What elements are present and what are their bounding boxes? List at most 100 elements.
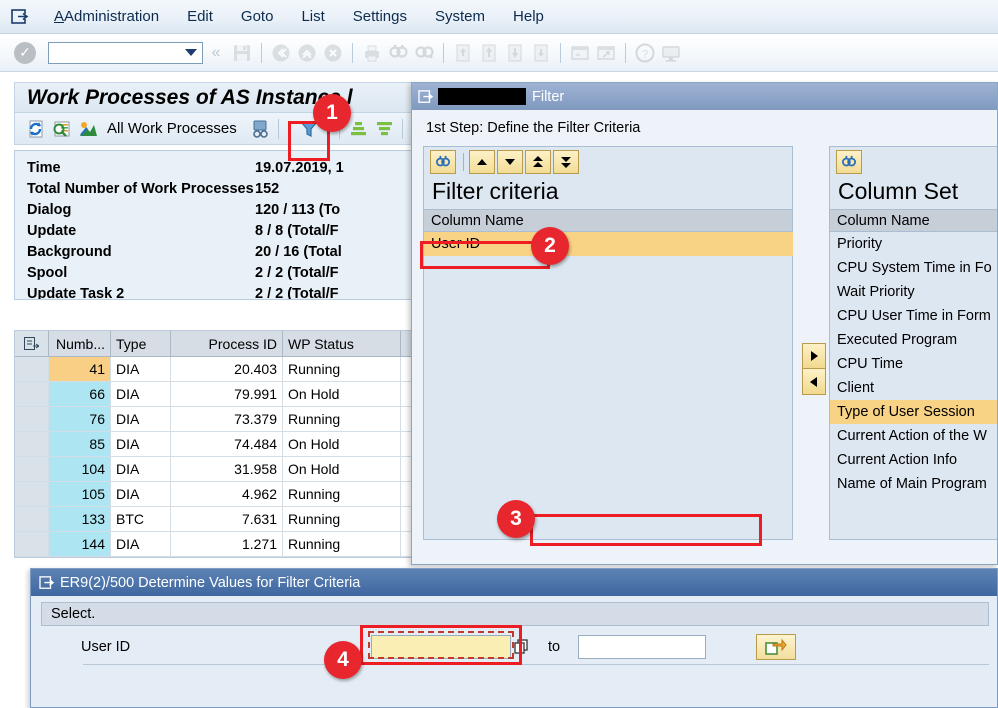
display-details-icon[interactable] — [49, 116, 75, 142]
table-row[interactable]: 104 DIA 31.958 On Hold — [15, 457, 431, 482]
select-section-label: Select. — [41, 602, 989, 626]
back-icon — [268, 40, 294, 66]
column-set-item[interactable]: Priority — [830, 232, 997, 256]
customize-local-layout-icon — [658, 40, 684, 66]
chevron-down-icon[interactable] — [185, 49, 197, 56]
multiple-selection-icon[interactable] — [756, 634, 796, 660]
column-set-panel: Column Set Column Name Priority CPU Syst… — [829, 146, 997, 540]
summary-value: 152 — [255, 180, 280, 197]
command-input[interactable] — [49, 44, 185, 61]
menu-item-goto[interactable]: Goto — [227, 0, 288, 34]
arrow-right-icon[interactable] — [802, 343, 826, 369]
column-header-process-id[interactable]: Process ID — [171, 331, 283, 356]
find-next-icon — [411, 40, 437, 66]
filter-criteria-row-user-id[interactable]: User ID — [424, 232, 793, 256]
arrow-top-icon[interactable] — [525, 150, 551, 174]
green-check-icon[interactable]: ✓ — [14, 41, 36, 64]
column-set-item[interactable]: CPU User Time in Form — [830, 304, 997, 328]
find-icon[interactable] — [836, 150, 862, 174]
user-id-from-input[interactable] — [371, 635, 511, 659]
command-field[interactable] — [48, 41, 203, 64]
table-row[interactable]: 76 DIA 73.379 Running — [15, 407, 431, 432]
summary-value: 19.07.2019, 1 — [255, 159, 344, 176]
summary-value: 2 / 2 (Total/F — [255, 264, 339, 281]
select-all-icon[interactable] — [15, 331, 49, 356]
cell-process-id: 73.379 — [171, 407, 283, 431]
summary-row: Total Number of Work Processes 152 — [27, 178, 431, 199]
row-selector[interactable] — [15, 382, 49, 406]
transfer-buttons — [802, 343, 826, 395]
sort-descending-icon[interactable] — [371, 116, 397, 142]
column-set-item[interactable]: CPU Time — [830, 352, 997, 376]
value-help-icon[interactable] — [514, 639, 530, 655]
cell-number: 144 — [49, 532, 111, 556]
arrow-down-icon[interactable] — [497, 150, 523, 174]
column-set-item[interactable]: CPU System Time in Fo — [830, 256, 997, 280]
cell-process-id: 7.631 — [171, 507, 283, 531]
arrow-bottom-icon[interactable] — [553, 150, 579, 174]
find-icon[interactable] — [430, 150, 456, 174]
summary-row: Update 8 / 8 (Total/F — [27, 220, 431, 241]
summary-key: Time — [27, 159, 61, 176]
user-id-to-input[interactable] — [578, 635, 706, 659]
column-set-item[interactable]: Executed Program — [830, 328, 997, 352]
row-selector[interactable] — [15, 432, 49, 456]
cell-wp-status: On Hold — [283, 457, 401, 481]
row-selector[interactable] — [15, 532, 49, 556]
summary-row: Background 20 / 16 (Total — [27, 241, 431, 262]
svg-text:?: ? — [642, 48, 648, 60]
toolbar-divider — [277, 118, 279, 139]
cell-process-id: 1.271 — [171, 532, 283, 556]
column-set-title: Column Set — [838, 178, 959, 204]
page-title-text: Work Processes of AS Instance l — [27, 85, 353, 109]
cell-number: 76 — [49, 407, 111, 431]
arrow-up-icon[interactable] — [469, 150, 495, 174]
sap-session-icon — [0, 8, 40, 25]
row-selector[interactable] — [15, 482, 49, 506]
table-row[interactable]: 144 DIA 1.271 Running — [15, 532, 431, 557]
work-process-table[interactable]: Numb... Type Process ID WP Status 41 DIA… — [14, 330, 432, 558]
summary-value: 20 / 16 (Total — [255, 243, 342, 260]
column-set-item[interactable]: Current Action Info — [830, 448, 997, 472]
filter-criteria-list[interactable]: User ID — [424, 232, 793, 532]
summary-value: 8 / 8 (Total/F — [255, 222, 339, 239]
table-row[interactable]: 133 BTC 7.631 Running — [15, 507, 431, 532]
row-selector[interactable] — [15, 357, 49, 381]
column-set-item[interactable]: Wait Priority — [830, 280, 997, 304]
refresh-icon[interactable] — [23, 116, 49, 142]
sap-session-icon — [418, 89, 434, 103]
column-set-list[interactable]: Priority CPU System Time in Fo Wait Prio… — [830, 232, 997, 496]
column-set-item[interactable]: Current Action of the W — [830, 424, 997, 448]
column-header-type[interactable]: Type — [111, 331, 171, 356]
menu-item-list[interactable]: List — [287, 0, 338, 34]
row-selector[interactable] — [15, 407, 49, 431]
column-set-item[interactable]: Client — [830, 376, 997, 400]
value-entry-row: User ID to — [41, 629, 989, 665]
menu-item-label: List — [301, 8, 325, 25]
row-selector[interactable] — [15, 507, 49, 531]
table-row[interactable]: 66 DIA 79.991 On Hold — [15, 382, 431, 407]
select-layout-icon[interactable] — [247, 116, 273, 142]
column-set-item-selected[interactable]: Type of User Session — [830, 400, 997, 424]
menu-item-help[interactable]: Help — [499, 0, 558, 34]
column-set-item[interactable]: Name of Main Program — [830, 472, 997, 496]
table-row[interactable]: 105 DIA 4.962 Running — [15, 482, 431, 507]
column-header-wp-status[interactable]: WP Status — [283, 331, 401, 356]
graphic-icon[interactable] — [75, 116, 101, 142]
cancel-icon — [320, 40, 346, 66]
menu-item-settings[interactable]: Settings — [339, 0, 421, 34]
menu-item-system[interactable]: System — [421, 0, 499, 34]
menu-bar: A Administration Edit Goto List Settings … — [0, 0, 998, 34]
summary-value: 2 / 2 (Total/F — [255, 285, 339, 300]
menu-item-edit[interactable]: Edit — [173, 0, 227, 34]
table-row[interactable]: 85 DIA 74.484 On Hold — [15, 432, 431, 457]
summary-value: 120 / 113 (To — [255, 201, 341, 218]
table-row[interactable]: 41 DIA 20.403 Running — [15, 357, 431, 382]
cell-process-id: 31.958 — [171, 457, 283, 481]
menu-item-administration[interactable]: A Administration — [40, 0, 173, 34]
summary-key: Background — [27, 243, 112, 260]
row-selector[interactable] — [15, 457, 49, 481]
arrow-left-icon[interactable] — [802, 369, 826, 395]
toolbar-divider — [261, 42, 262, 63]
column-header-number[interactable]: Numb... — [49, 331, 111, 356]
